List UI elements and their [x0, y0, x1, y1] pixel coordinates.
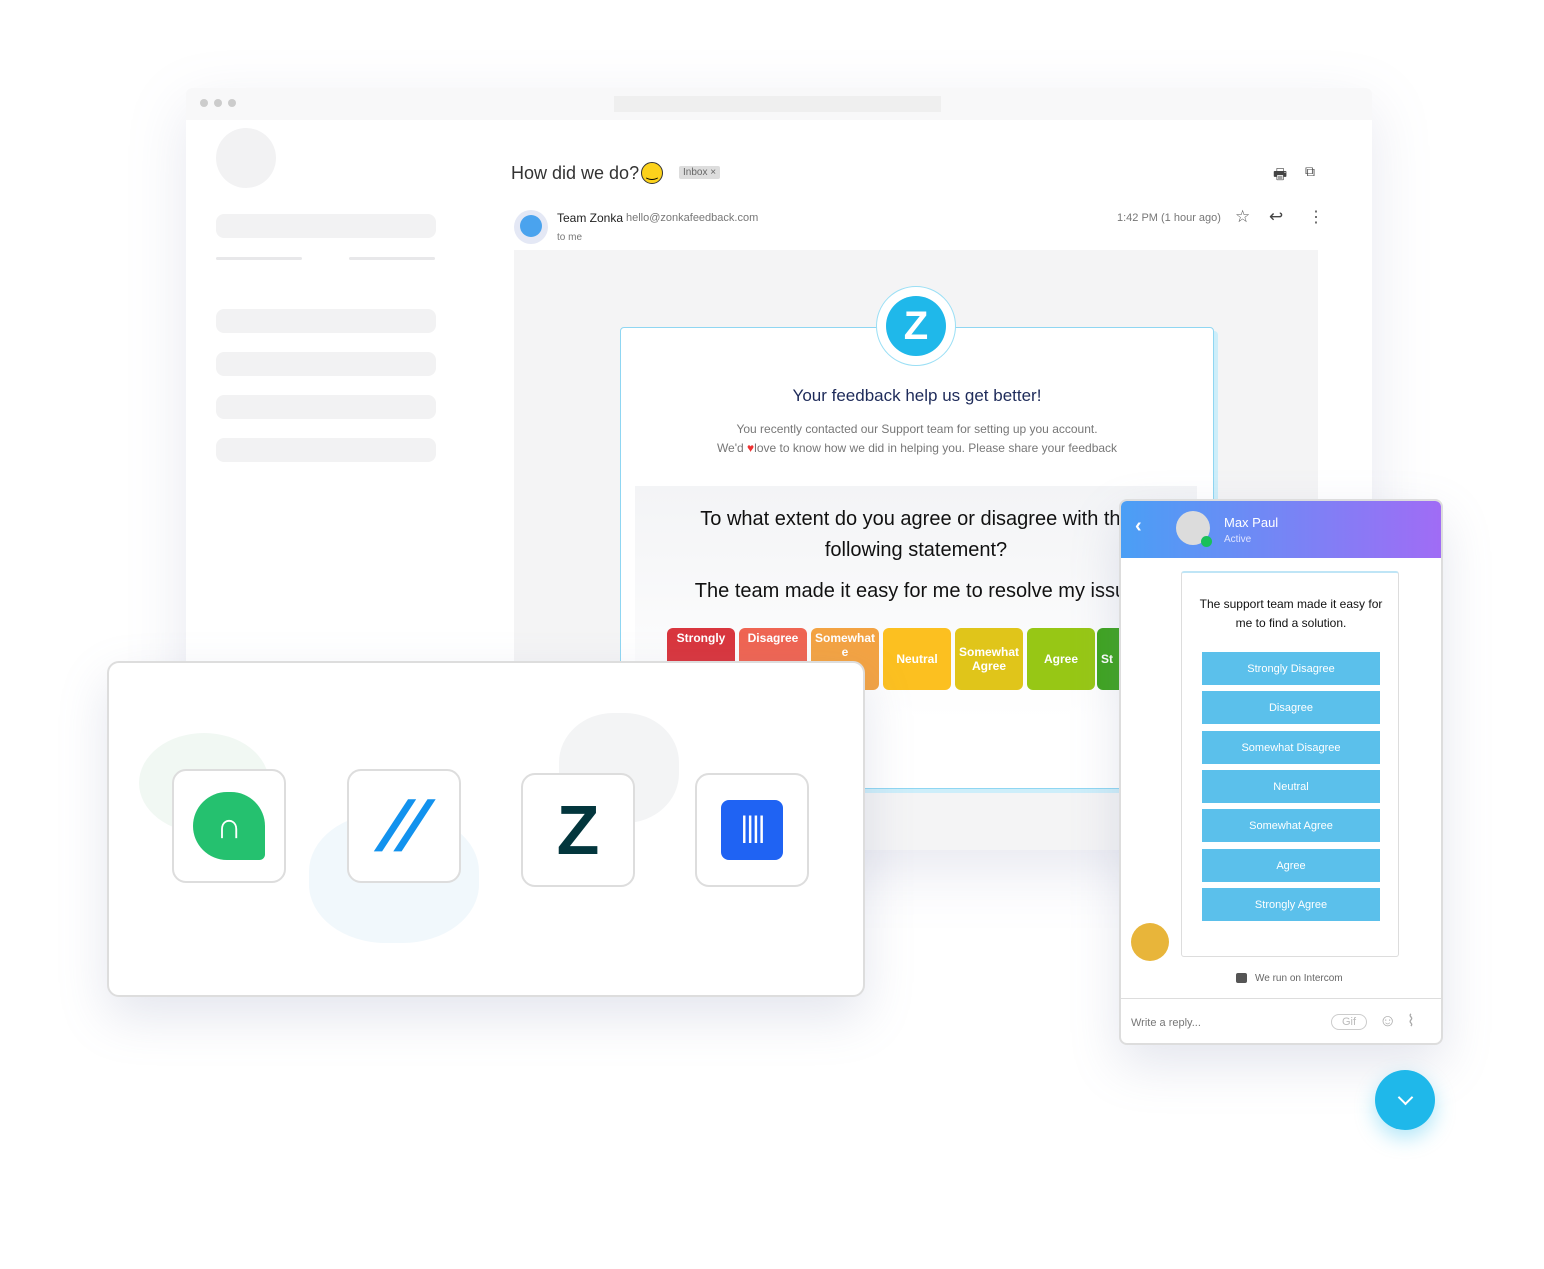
scroll-down-button[interactable]: [1375, 1070, 1435, 1130]
address-bar[interactable]: [614, 96, 941, 112]
open-external-icon[interactable]: ⧉: [1305, 163, 1315, 180]
intercom-icon: [1236, 973, 1247, 984]
intro-text: We'd: [716, 441, 744, 455]
chat-survey-card: The support team made it easy for me to …: [1181, 571, 1399, 957]
email-time: 1:42 PM (1 hour ago): [1117, 212, 1221, 224]
inbox-label[interactable]: Inbox ×: [679, 166, 721, 179]
helpscout-logo[interactable]: //: [347, 769, 461, 883]
chat-option[interactable]: Agree: [1202, 849, 1380, 882]
reply-input[interactable]: Write a reply...: [1131, 1017, 1201, 1029]
chat-prompt: The support team made it easy for me to …: [1199, 597, 1383, 630]
zonka-logo: Z: [876, 286, 956, 366]
sidebar-item-placeholder[interactable]: [216, 395, 436, 419]
powered-text: We run on Intercom: [1255, 973, 1343, 984]
chat-option[interactable]: Strongly Disagree: [1202, 652, 1380, 685]
agent-avatar: [1176, 511, 1212, 547]
scale-option[interactable]: Agree: [1027, 628, 1095, 690]
sender-avatar: [514, 210, 548, 244]
chevron-down-icon: [1397, 1089, 1413, 1106]
question-text: To what extent do you agree or disagree …: [700, 508, 1132, 561]
sidebar-placeholder: [216, 214, 436, 238]
statement-text: The team made it easy for me to resolve …: [694, 580, 1138, 602]
print-icon[interactable]: 🖶: [1273, 164, 1287, 189]
user-avatar: [1131, 923, 1169, 961]
chat-option[interactable]: Disagree: [1202, 691, 1380, 724]
placeholder-line: [216, 257, 302, 260]
agent-name: Max Paul: [1224, 515, 1279, 530]
window-dot: [214, 99, 222, 107]
divider: [1121, 998, 1441, 999]
chat-header: ‹ Max Paul Active: [1121, 501, 1441, 558]
scale-option[interactable]: Somewhat Agree: [955, 628, 1023, 690]
chat-option[interactable]: Somewhat Disagree: [1202, 731, 1380, 764]
star-icon[interactable]: ☆: [1235, 207, 1250, 227]
chat-widget: ‹ Max Paul Active The support team made …: [1119, 499, 1443, 1045]
email-subject: How did we do?: [511, 163, 640, 183]
sidebar-item-placeholder[interactable]: [216, 352, 436, 376]
survey-intro: You recently contacted our Support team …: [736, 422, 1098, 436]
sender-email: hello@zonkafeedback.com: [626, 212, 759, 224]
browser-bar: [186, 88, 1372, 120]
survey-intro-2: We'd ♥love to know how we did in helping…: [620, 441, 1214, 455]
sender-name: Team Zonka: [557, 211, 624, 225]
attachment-icon[interactable]: ⌇: [1407, 1011, 1415, 1031]
intro-text: love to know how we did in helping you. …: [754, 441, 1118, 455]
chat-option[interactable]: Neutral: [1202, 770, 1380, 803]
window-dot: [228, 99, 236, 107]
recipient: to me: [557, 232, 583, 243]
chat-option[interactable]: Strongly Agree: [1202, 888, 1380, 921]
reply-icon[interactable]: ↩: [1269, 207, 1283, 227]
sidebar-item-placeholder[interactable]: [216, 309, 436, 333]
avatar-placeholder: [216, 128, 276, 188]
zendesk-logo[interactable]: Z: [521, 773, 635, 887]
emoji-icon[interactable]: ☺: [1379, 1011, 1396, 1031]
scale-option[interactable]: Neutral: [883, 628, 951, 690]
sidebar-item-placeholder[interactable]: [216, 438, 436, 462]
smile-emoji-icon: ‿: [641, 162, 663, 184]
intercom-logo[interactable]: ||||: [695, 773, 809, 887]
back-icon[interactable]: ‹: [1135, 515, 1142, 538]
more-vertical-icon[interactable]: ⋮: [1308, 207, 1324, 227]
freshdesk-logo[interactable]: ∩: [172, 769, 286, 883]
survey-heading: Your feedback help us get better!: [792, 386, 1042, 405]
agent-status: Active: [1224, 534, 1252, 545]
chat-option[interactable]: Somewhat Agree: [1202, 809, 1380, 842]
powered-by: We run on Intercom: [1236, 973, 1343, 984]
gif-button[interactable]: Gif: [1331, 1014, 1368, 1030]
placeholder-line: [349, 257, 435, 260]
integrations-panel: ∩ // Z ||||: [107, 661, 865, 997]
window-dot: [200, 99, 208, 107]
